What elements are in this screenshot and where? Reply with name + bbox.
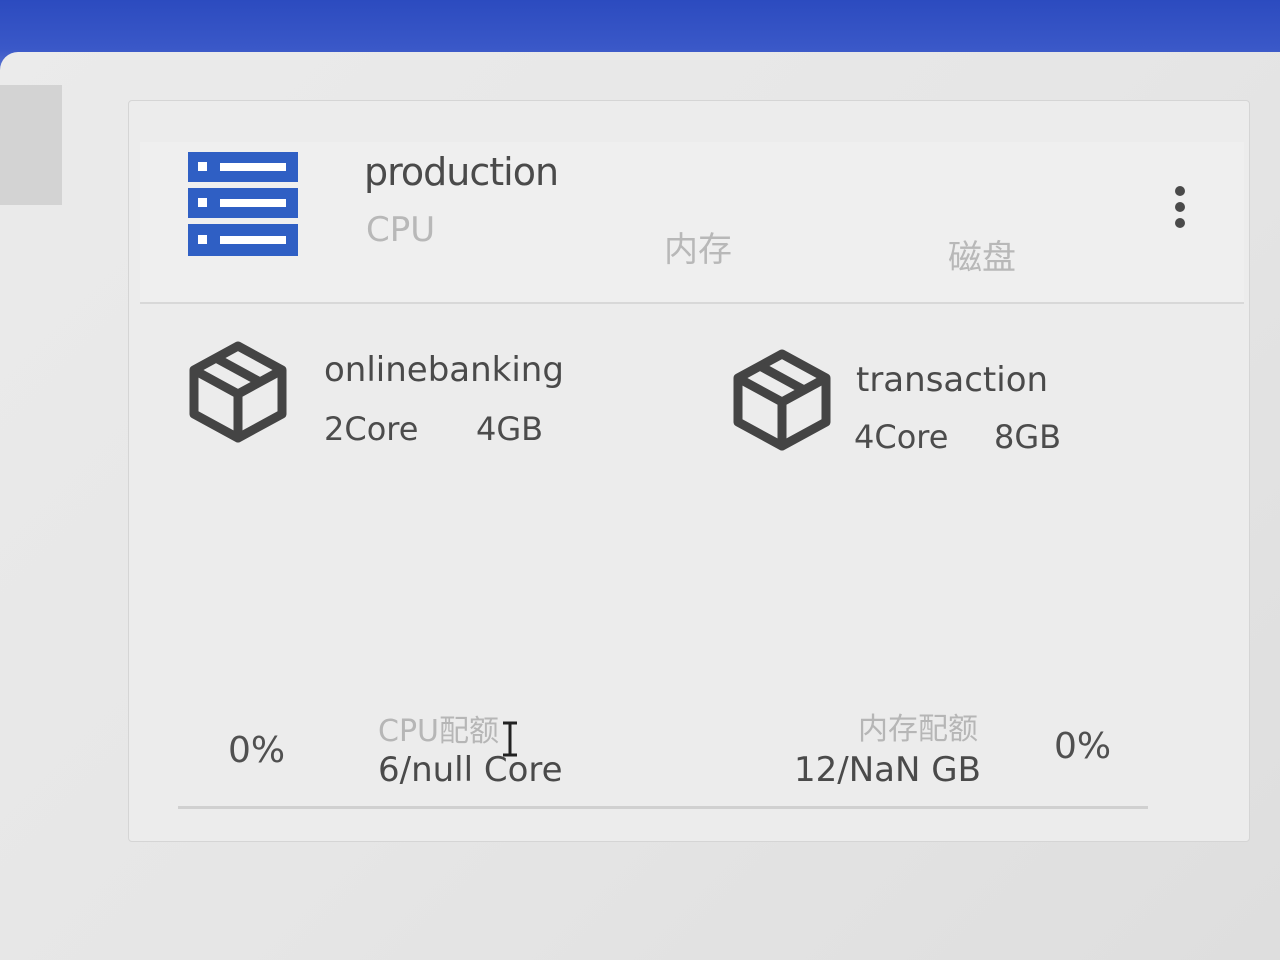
cpu-quota-label: CPU配额 — [378, 714, 499, 749]
cpu-quota-value: 6/null Core — [378, 750, 563, 790]
cube-icon — [189, 341, 287, 443]
header-stat-cpu: CPU — [366, 210, 436, 250]
app-name[interactable]: transaction — [856, 360, 1048, 400]
app-memory: 4GB — [476, 410, 544, 448]
app-name[interactable]: onlinebanking — [324, 350, 564, 390]
memory-quota-label: 内存配额 — [858, 712, 978, 747]
cube-icon — [733, 349, 831, 451]
card-divider — [178, 806, 1148, 809]
app-cpu: 2Core — [324, 410, 419, 448]
header-stat-memory: 内存 — [664, 230, 732, 270]
cpu-quota-percent: 0% — [228, 730, 286, 771]
text-cursor-icon — [503, 721, 517, 757]
header-stat-disk: 磁盘 — [948, 238, 1016, 278]
left-sidebar-strip — [0, 85, 62, 205]
more-vertical-icon[interactable] — [1170, 184, 1190, 230]
server-stack-icon — [188, 152, 298, 256]
environment-title[interactable]: production — [364, 150, 559, 194]
memory-quota-value: 12/NaN GB — [794, 750, 981, 790]
memory-quota-percent: 0% — [1054, 726, 1112, 767]
app-memory: 8GB — [994, 418, 1062, 456]
app-cpu: 4Core — [854, 418, 949, 456]
